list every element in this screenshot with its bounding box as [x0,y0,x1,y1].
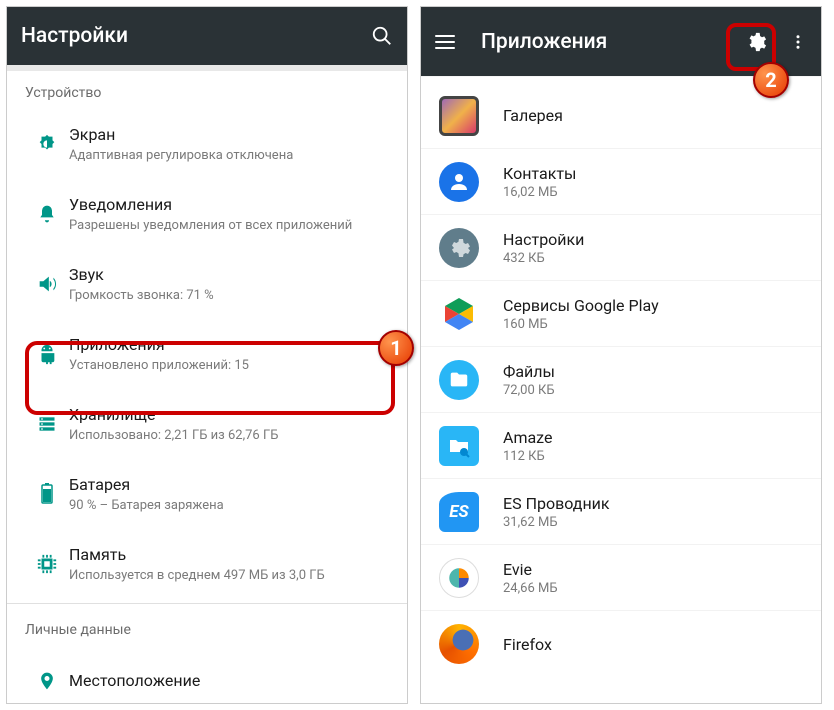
app-row-evie[interactable]: Evie 24,66 МБ [421,545,821,611]
sublabel: Адаптивная регулировка отключена [69,148,389,163]
setting-storage[interactable]: Хранилище Использовано: 2,21 ГБ из 62,76 … [7,389,407,459]
app-icon-play-services [439,294,479,334]
apps-list: Галерея Контакты 16,02 МБ Настройки 432 КБ… [421,77,821,677]
settings-screen: Настройки Устройство Экран Адаптивная рег… [6,6,408,704]
app-name: Firefox [503,635,552,654]
app-size: 432 КБ [503,251,584,266]
app-row-gms[interactable]: Сервисы Google Play 160 МБ [421,281,821,347]
setting-sound[interactable]: Звук Громкость звонка: 71 % [7,249,407,319]
page-title: Настройки [21,24,371,48]
label: Звук [69,265,389,286]
app-size: 72,00 КБ [503,383,555,398]
sublabel: Используется в среднем 497 МБ из 3,0 ГБ [69,568,389,583]
app-name: Контакты [503,164,576,183]
app-row-files[interactable]: Файлы 72,00 КБ [421,347,821,413]
label: Экран [69,125,389,146]
app-row-amaze[interactable]: Amaze 112 КБ [421,413,821,479]
section-header-device: Устройство [7,71,407,109]
app-name: ES Проводник [503,494,610,513]
app-row-es[interactable]: ES ES Проводник 31,62 МБ [421,479,821,545]
android-icon [36,343,58,365]
app-icon-firefox [439,624,479,664]
app-row-contacts[interactable]: Контакты 16,02 МБ [421,149,821,215]
label: Уведомления [69,195,389,216]
app-icon-gallery [439,96,479,136]
label: Память [69,545,389,566]
step-badge-2: 2 [753,62,789,98]
menu-icon[interactable] [435,35,455,49]
search-icon[interactable] [371,25,393,47]
app-row-settings[interactable]: Настройки 432 КБ [421,215,821,281]
sound-icon [36,273,58,295]
app-name: Настройки [503,230,584,249]
app-size: 24,66 МБ [503,581,558,596]
setting-notifications[interactable]: Уведомления Разрешены уведомления от всех… [7,179,407,249]
app-size: 112 КБ [503,449,552,464]
memory-icon [36,553,58,575]
label: Хранилище [69,405,389,426]
setting-memory[interactable]: Память Используется в среднем 497 МБ из 3… [7,529,407,599]
overflow-icon[interactable] [789,33,807,51]
app-name: Сервисы Google Play [503,296,659,315]
app-icon-es: ES [439,492,479,532]
app-icon-settings [439,228,479,268]
label: Местоположение [69,671,389,692]
storage-icon [37,414,57,434]
app-name: Evie [503,560,558,579]
app-icon-contacts [439,162,479,202]
app-icon-evie [439,558,479,598]
setting-battery[interactable]: Батарея 90 % – Батарея заряжена [7,459,407,529]
app-name: Файлы [503,362,555,381]
app-size: 31,62 МБ [503,515,610,530]
section-header-personal: Личные данные [7,608,407,646]
sublabel: Громкость звонка: 71 % [69,288,389,303]
app-name: Галерея [503,106,563,125]
app-icon-files [439,360,479,400]
app-name: Amaze [503,428,552,447]
step-badge-1: 1 [378,330,414,366]
setting-location[interactable]: Местоположение [7,646,407,704]
app-size: 160 МБ [503,317,659,332]
battery-icon [40,483,54,505]
app-row-firefox[interactable]: Firefox [421,611,821,677]
setting-display[interactable]: Экран Адаптивная регулировка отключена [7,109,407,179]
label: Приложения [69,335,389,356]
bell-icon [37,204,57,224]
app-icon-amaze [439,426,479,466]
sublabel: Использовано: 2,21 ГБ из 62,76 ГБ [69,428,389,443]
location-icon [37,670,57,692]
page-title: Приложения [481,30,745,54]
appbar: Настройки [7,7,407,71]
gear-icon[interactable] [745,31,767,53]
app-size: 16,02 МБ [503,185,576,200]
sublabel: Установлено приложений: 15 [69,358,389,373]
label: Батарея [69,475,389,496]
setting-apps[interactable]: Приложения Установлено приложений: 15 [7,319,407,389]
sublabel: 90 % – Батарея заряжена [69,498,389,513]
sublabel: Разрешены уведомления от всех приложений [69,218,389,233]
brightness-icon [36,133,58,155]
apps-screen: Приложения Галерея Контакты 16,02 МБ Наст… [420,6,822,704]
